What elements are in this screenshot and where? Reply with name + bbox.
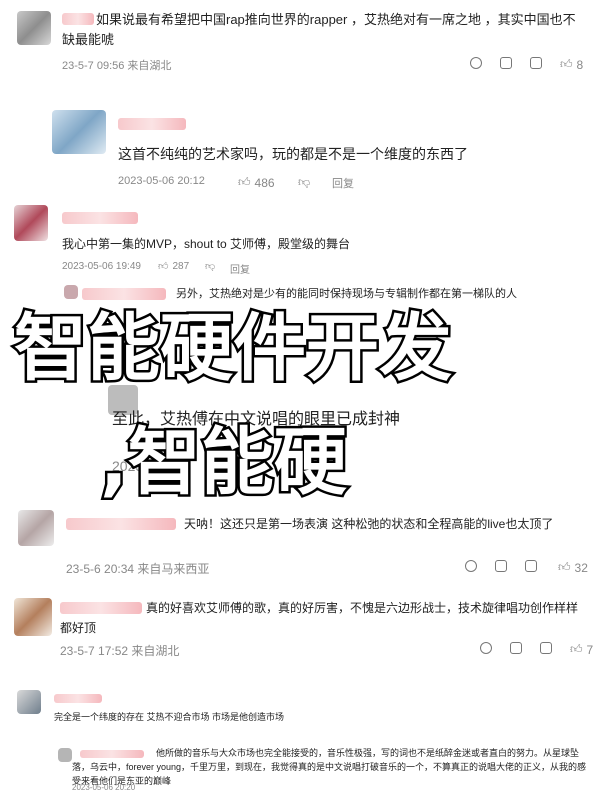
like-count: 32 (574, 560, 588, 575)
comment-text: 我心中第一集的MVP，shout to 艾师傅，殿堂级的舞台 (62, 237, 351, 251)
like-icon: 👍︎ (558, 560, 571, 574)
share-icon[interactable] (510, 642, 522, 654)
share-icon[interactable] (500, 57, 512, 69)
like-icon: 👍︎ (560, 57, 573, 71)
like-count: 486 (254, 175, 275, 190)
comment-date: 2023-05-06 20:20 (72, 783, 136, 792)
comment-text: 如果说最有希望把中国rap推向世界的rapper ，艾热绝对有一席之地 ，其实中… (62, 12, 576, 47)
like-button[interactable]: 👍︎ 287 (158, 260, 190, 273)
avatar[interactable] (58, 748, 72, 762)
comment-text: 他所做的音乐与大众市场也完全能接受的，音乐性极强，写的词也不是纸醉金迷或者直白的… (72, 748, 587, 786)
avatar[interactable] (14, 205, 48, 241)
avatar[interactable] (17, 11, 51, 45)
comment-date: 2023-05-06 20:12 (118, 175, 205, 187)
comment-date: 23-5-7 17:52 来自湖北 (60, 644, 180, 658)
comment-text: 另外，艾热绝对是少有的能同时保持现场与专辑制作都在第一梯队的人 (176, 288, 517, 300)
comment-text: 完全是一个纬度的存在 艾热不迎合市场 市场是他创造市场 (54, 712, 285, 722)
comment-icon[interactable] (530, 57, 542, 69)
avatar[interactable] (52, 110, 106, 154)
comment-date: 23-5-7 09:56 来自湖北 (62, 60, 172, 72)
username[interactable] (82, 288, 166, 300)
like-button[interactable]: 👍︎ 8 (560, 57, 583, 72)
comment-text: 这首不纯纯的艺术家吗，玩的都是不是一个维度的东西了 (118, 146, 468, 162)
comment-icon[interactable] (540, 642, 552, 654)
dislike-icon[interactable]: 👎︎ (205, 260, 215, 272)
comment-icon[interactable] (525, 560, 537, 572)
avatar[interactable] (14, 598, 52, 636)
avatar[interactable] (64, 285, 78, 299)
like-button[interactable]: 👍︎ 486 (238, 175, 275, 190)
dislike-icon[interactable]: 👎︎ (298, 175, 310, 190)
like-button[interactable]: 👍︎ 7 (570, 642, 593, 657)
like-count: 8 (576, 57, 584, 72)
username[interactable] (62, 212, 138, 224)
report-icon[interactable] (465, 560, 477, 572)
comment-text: 天呐！这还只是第一场表演 这种松弛的状态和全程高能的live也太顶了 (184, 517, 554, 531)
like-icon: 👍︎ (238, 175, 251, 189)
report-icon[interactable] (470, 57, 482, 69)
username[interactable] (54, 694, 102, 703)
comment-text: 真的好喜欢艾师傅的歌，真的好厉害，不愧是六边形战士，技术旋律唱功创作样样都好顶 (60, 601, 579, 635)
like-count: 287 (172, 260, 190, 272)
reply-link[interactable]: 回复 (230, 261, 250, 276)
like-count: 7 (586, 642, 594, 657)
report-icon[interactable] (480, 642, 492, 654)
avatar[interactable] (18, 510, 54, 546)
share-icon[interactable] (495, 560, 507, 572)
comment-date: 23-5-6 20:34 来自马来西亚 (66, 562, 210, 576)
username[interactable] (118, 118, 186, 130)
like-icon: 👍︎ (570, 642, 583, 656)
comment-date: 2023-05-06 19:49 (62, 261, 141, 272)
avatar[interactable] (17, 690, 41, 714)
watermark-subtitle: ,智能硬 (98, 418, 350, 508)
like-icon: 👍︎ (158, 261, 169, 272)
reply-link[interactable]: 回复 (332, 175, 354, 191)
watermark-title: 智能硬件开发 (12, 304, 455, 394)
like-button[interactable]: 👍︎ 32 (558, 560, 588, 575)
